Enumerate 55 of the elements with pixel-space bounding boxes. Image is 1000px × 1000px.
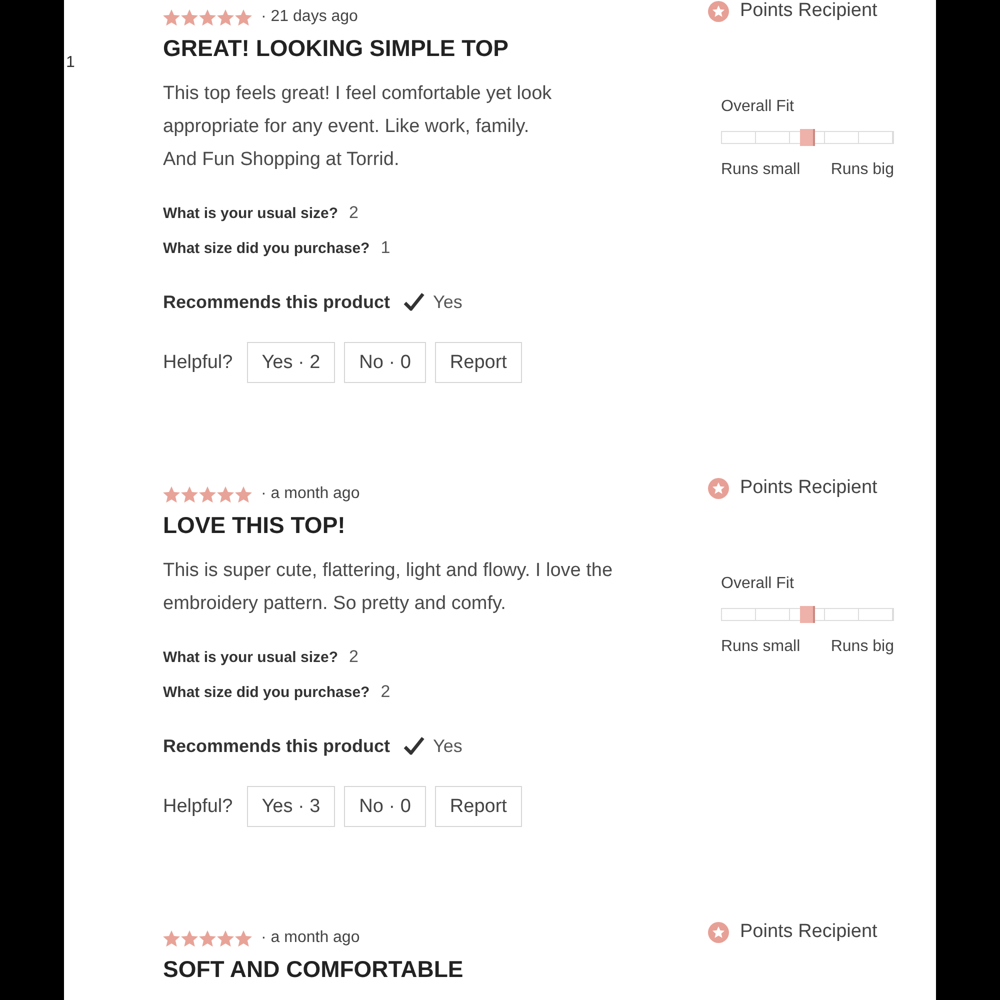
- helpful-label: Helpful?: [163, 352, 233, 374]
- review-age: · a month ago: [261, 928, 360, 948]
- star-icon: [235, 930, 252, 946]
- star-icon: [163, 930, 180, 946]
- star-icon: [181, 930, 198, 946]
- star-icon: [235, 8, 252, 26]
- review-text: This is super cute, flattering, light and flowy. I love the embroidery pattern. So pretty and comfy.: [163, 559, 614, 616]
- fit-low-label: Runs small: [721, 637, 800, 657]
- fit-low-label: Runs small: [721, 160, 800, 180]
- recommend-label: Recommends this product: [163, 736, 390, 756]
- question-label: What is your usual size?: [163, 648, 338, 668]
- question-answer: 2: [380, 681, 390, 703]
- question-label: What is your usual size?: [163, 204, 338, 224]
- review-title: SOFT AND COMFORTABLE: [163, 955, 464, 984]
- fit-high-label: Runs big: [830, 160, 894, 180]
- fit-high-label: Runs big: [830, 637, 894, 657]
- feedback-button[interactable]: Report: [434, 786, 522, 827]
- star-icon: [181, 8, 198, 26]
- question-answer: 2: [349, 202, 359, 224]
- star-icon: [199, 8, 216, 26]
- review-text: This top feels great! I feel comfortable yet look appropriate for any event. Like work, family. And Fun Shopping at Torrid.: [163, 82, 553, 172]
- badge-label: Points Recipient: [740, 477, 878, 499]
- fit-label: Overall Fit: [721, 97, 795, 117]
- star-badge-icon: [708, 922, 729, 942]
- question-answer: 1: [380, 237, 390, 259]
- recommend-answer: Yes: [433, 736, 462, 756]
- feedback-button[interactable]: Yes · 2: [246, 342, 336, 383]
- fit-label: Overall Fit: [721, 574, 795, 594]
- side-text: 1: [66, 54, 75, 72]
- question-label: What size did you purchase?: [163, 683, 370, 703]
- review-title: GREAT! LOOKING SIMPLE TOP: [163, 34, 508, 63]
- feedback-button[interactable]: No · 0: [344, 786, 426, 827]
- star-icon: [217, 486, 234, 502]
- star-icon: [163, 486, 180, 502]
- question-label: What size did you purchase?: [163, 239, 370, 259]
- star-icon: [163, 8, 180, 26]
- review-age: · 21 days ago: [261, 7, 358, 27]
- badge-label: Points Recipient: [740, 921, 878, 943]
- star-icon: [199, 486, 216, 502]
- review-age: · a month ago: [261, 484, 360, 504]
- star-icon: [199, 930, 216, 946]
- feedback-button[interactable]: Report: [434, 342, 522, 383]
- helpful-label: Helpful?: [163, 796, 233, 818]
- star-icon: [181, 486, 198, 502]
- feedback-button[interactable]: No · 0: [344, 342, 426, 383]
- recommend-label: Recommends this product: [163, 292, 390, 312]
- star-icon: [235, 486, 252, 502]
- question-answer: 2: [349, 646, 359, 668]
- review-title: LOVE THIS TOP!: [163, 511, 346, 540]
- badge-label: Points Recipient: [740, 0, 878, 22]
- star-icon: [217, 8, 234, 26]
- star-badge-icon: [708, 478, 729, 498]
- recommend-answer: Yes: [433, 292, 462, 312]
- star-icon: [217, 930, 234, 946]
- feedback-button[interactable]: Yes · 3: [246, 786, 336, 827]
